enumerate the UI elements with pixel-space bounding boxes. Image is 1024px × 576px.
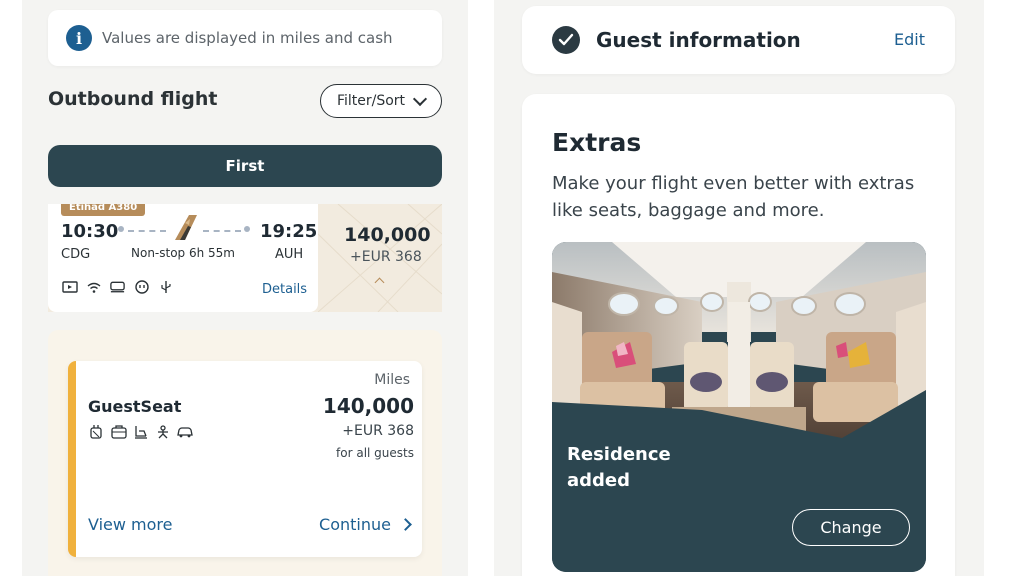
seat-select-icon [135,426,147,439]
seat-icon [109,280,126,294]
fare-note: for all guests [336,446,414,460]
route-dot [118,226,124,232]
departure-airport: CDG [61,247,91,262]
arrival-airport: AUH [275,247,304,262]
flight-duration: Non-stop 6h 55m [131,246,235,260]
filter-sort-button[interactable]: Filter/Sort [320,84,442,118]
flight-selection-panel: i Values are displayed in miles and cash… [22,0,468,576]
guest-information-title: Guest information [596,28,801,52]
flight-price-cash: +EUR 368 [350,249,422,265]
route-line [203,230,241,232]
upgrade-icon [177,427,193,438]
usb-icon [157,280,174,294]
fare-card[interactable]: GuestSeat Miles 140,000 +EUR 368 for all… [68,361,422,557]
flight-price-miles: 140,000 [344,224,431,246]
fare-miles-label: Miles [374,372,410,388]
arrival-time: 19:25 [260,221,318,242]
extras-card: Extras Make your flight even better with… [522,94,955,576]
fare-features [88,424,194,440]
etihad-tail-logo-icon [175,215,197,240]
flight-info: Etihad A380 10:30 CDG 19:25 AUH Non-stop… [48,204,318,312]
checked-baggage-icon [111,425,127,439]
details-link[interactable]: Details [262,282,307,297]
fare-miles: 140,000 [322,394,414,418]
cabin-class-label: First [225,157,265,175]
chevron-right-icon [399,518,412,531]
fare-cash: +EUR 368 [342,423,414,439]
flight-card[interactable]: Etihad A380 10:30 CDG 19:25 AUH Non-stop… [48,204,442,312]
continue-button[interactable]: Continue [319,515,412,534]
info-icon: i [66,25,92,51]
change-button-label: Change [820,518,882,537]
residence-extra-card: Residence added Change [552,242,926,572]
change-extra-button[interactable]: Change [792,509,910,546]
tv-icon [61,280,78,294]
view-more-link[interactable]: View more [88,515,173,534]
power-icon [133,280,150,294]
residence-added-label: Residence added [567,444,671,491]
info-banner-text: Values are displayed in miles and cash [102,29,393,47]
aircraft-badge: Etihad A380 [61,204,146,216]
extras-title: Extras [552,128,642,157]
cabin-class-tab[interactable]: First [48,145,442,187]
route-dot [244,226,250,232]
check-icon [552,26,580,54]
chevron-down-icon [412,91,428,106]
guest-information-card: Guest information Edit [522,6,955,74]
departure-time: 10:30 [61,221,119,242]
edit-guest-link[interactable]: Edit [894,30,925,49]
filter-sort-label: Filter/Sort [336,93,406,109]
booking-summary-panel: Guest information Edit Extras Make your … [494,0,984,576]
fare-options-area: GuestSeat Miles 140,000 +EUR 368 for all… [48,330,442,576]
hand-baggage-icon [90,425,102,439]
change-icon [158,425,168,439]
wifi-icon [85,280,102,294]
outbound-flight-title: Outbound flight [48,88,218,110]
extras-description: Make your flight even better with extras… [552,173,915,221]
continue-label: Continue [319,515,391,534]
fare-name: GuestSeat [88,397,182,416]
info-banner: i Values are displayed in miles and cash [48,10,442,66]
amenities-list [61,280,174,294]
route-line [128,230,166,232]
